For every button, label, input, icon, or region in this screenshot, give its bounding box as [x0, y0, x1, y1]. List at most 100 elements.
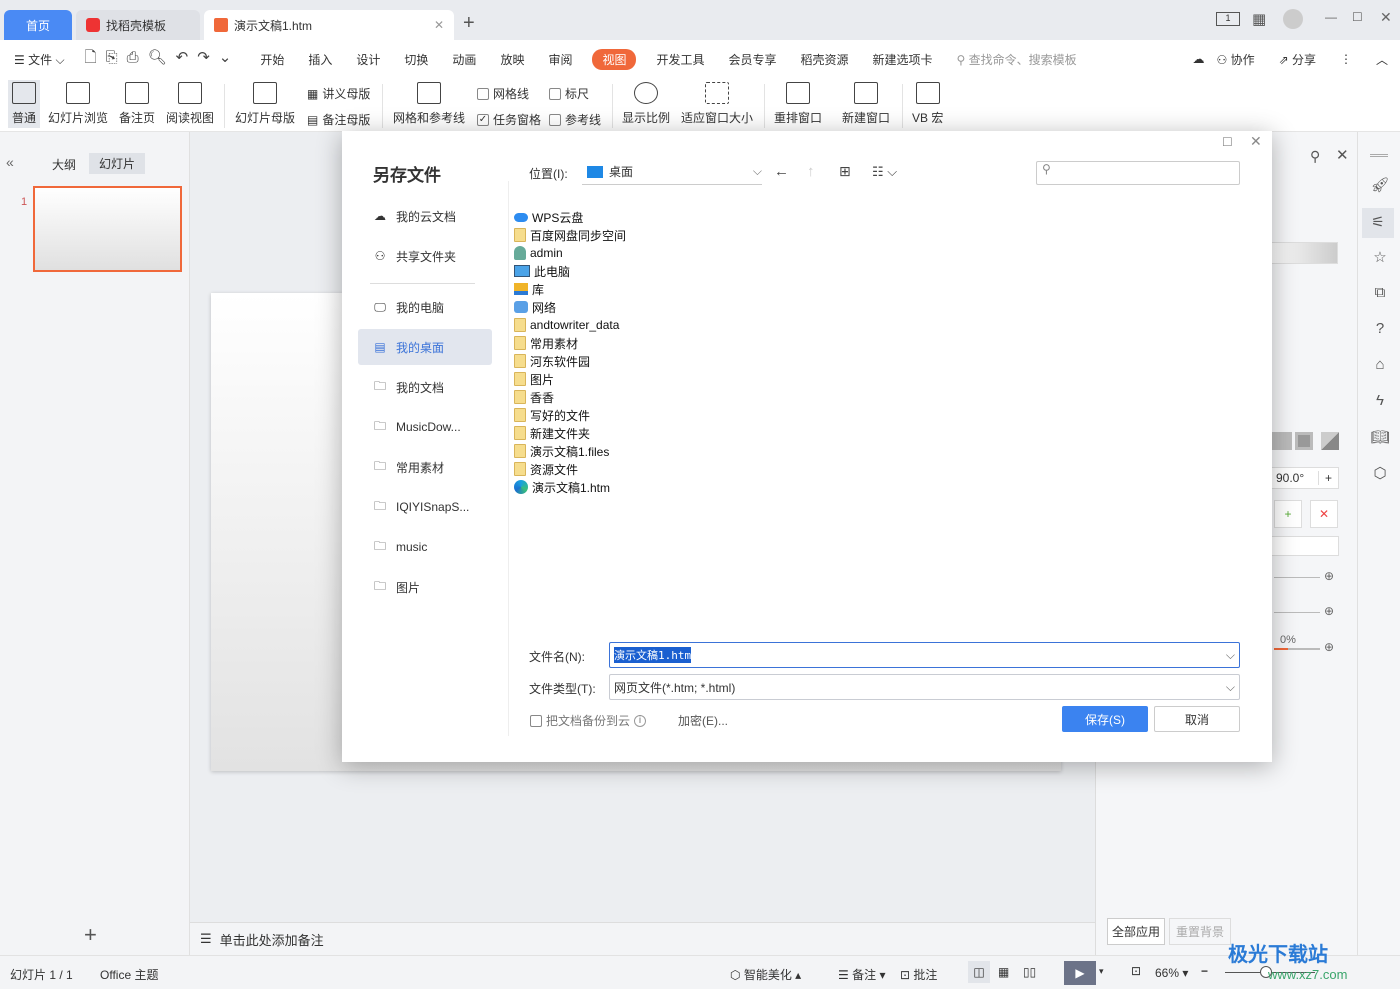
help-icon[interactable]: ? — [1370, 320, 1390, 338]
play-button[interactable]: ▶ — [1064, 961, 1096, 985]
quick-access-icons[interactable]: 🗋⎘⎙🔍︎↶↷⌄ — [77, 47, 249, 72]
play-dropdown[interactable]: ▾ — [1099, 966, 1104, 977]
menu-review[interactable]: 审阅 — [536, 51, 584, 68]
cube-icon[interactable]: ⬡ — [1370, 464, 1390, 482]
normal-view-icon[interactable]: ◫ — [968, 961, 990, 983]
menu-slideshow[interactable]: 放映 — [488, 51, 536, 68]
file-list-item[interactable]: 写好的文件 — [514, 406, 590, 424]
tab-home[interactable]: 首页 — [4, 10, 72, 40]
zoom-level[interactable]: 66% ▾ — [1155, 966, 1188, 980]
menu-design[interactable]: 设计 — [344, 51, 392, 68]
menu-start[interactable]: 开始 — [248, 51, 296, 68]
settings-sliders-icon[interactable]: ⚟ — [1362, 208, 1394, 238]
grid-guides-button[interactable]: 网格和参考线 — [393, 82, 465, 126]
notes-page-button[interactable]: 备注页 — [119, 82, 155, 126]
sidebar-item[interactable]: 🗀︎ IQIYISnapS... — [358, 489, 492, 525]
color-dropdown[interactable] — [1271, 536, 1339, 556]
angle-input[interactable]: 90.0° + — [1271, 467, 1339, 489]
back-button[interactable]: ← — [774, 163, 789, 180]
slide-sorter-icon[interactable]: ▦ — [998, 965, 1009, 979]
star-icon[interactable]: ☆ — [1370, 248, 1390, 266]
sidebar-item[interactable]: ⚇ 共享文件夹 — [358, 238, 492, 274]
transparency-plus[interactable]: ⊕ — [1324, 640, 1334, 654]
collapse-ribbon-icon[interactable]: ︿ — [1364, 51, 1400, 68]
sidebar-item[interactable]: 🗀︎ music — [358, 529, 492, 565]
dialog-maximize-button[interactable]: ☐ — [1222, 135, 1233, 149]
file-list-item[interactable]: admin — [514, 244, 563, 262]
file-list-item[interactable]: andtowriter_data — [514, 316, 619, 334]
sidebar-item[interactable]: 🖵︎ 我的电脑 — [358, 289, 492, 325]
menu-member[interactable]: 会员专享 — [717, 51, 789, 68]
new-window-button[interactable]: 新建窗口 — [842, 82, 890, 126]
info-icon[interactable]: i — [634, 714, 647, 727]
normal-view-button[interactable]: 普通 — [8, 80, 41, 128]
notes-area[interactable]: ☰ 单击此处添加备注 — [190, 922, 1095, 955]
file-list-item[interactable]: 库 — [514, 280, 544, 298]
menu-new-tab[interactable]: 新建选项卡 — [861, 51, 945, 68]
close-panel-icon[interactable]: ✕ — [1336, 146, 1349, 164]
reset-background-button[interactable]: 重置背景 — [1169, 918, 1232, 945]
slider-1[interactable] — [1274, 577, 1320, 578]
fit-window-button[interactable]: 适应窗口大小 — [681, 82, 753, 126]
avatar[interactable] — [1283, 9, 1303, 29]
file-list-item[interactable]: 演示文稿1.htm — [514, 478, 610, 496]
guides-checkbox[interactable]: 参考线 — [549, 111, 601, 128]
arrange-windows-button[interactable]: 重排窗口 — [774, 82, 822, 126]
book-search-icon[interactable]: 📖︎ — [1370, 428, 1390, 446]
file-list-item[interactable]: 常用素材 — [514, 334, 578, 352]
file-list-item[interactable]: 香香 — [514, 388, 554, 406]
tab-outline[interactable]: 大纲 — [52, 156, 76, 173]
transparency-slider[interactable] — [1274, 648, 1320, 650]
comment-button[interactable]: ⊡ 批注 — [900, 966, 937, 983]
close-window-button[interactable]: ✕ — [1380, 9, 1392, 26]
notes-toggle[interactable]: ☰ 备注 ▾ — [838, 966, 885, 983]
angle-increase[interactable]: + — [1317, 471, 1338, 485]
file-list-item[interactable]: 图片 — [514, 370, 554, 388]
sidebar-item[interactable]: 🗀︎ 我的文档 — [358, 369, 492, 405]
file-menu[interactable]: ☰ 文件 ⌵ — [0, 51, 77, 68]
maximize-button[interactable]: ☐ — [1352, 10, 1363, 24]
collapse-panel-icon[interactable]: « — [6, 154, 14, 170]
view-mode-button[interactable]: ☷ ⌵ — [872, 164, 897, 180]
minimize-button[interactable]: — — [1325, 10, 1337, 24]
tab-slides[interactable]: 幻灯片 — [89, 153, 146, 174]
slide-master-button[interactable]: 幻灯片母版 — [235, 82, 295, 126]
location-dropdown[interactable]: 桌面 ⌵ — [582, 159, 762, 185]
sidebar-item[interactable]: ▤ 我的桌面 — [358, 329, 492, 365]
file-list-item[interactable]: 演示文稿1.files — [514, 442, 609, 460]
gridlines-checkbox[interactable]: 网格线 — [477, 85, 529, 102]
slider-2[interactable] — [1274, 612, 1320, 613]
window-count-icon[interactable]: 1 — [1216, 12, 1240, 26]
theme-name[interactable]: Office 主题 — [100, 966, 158, 983]
collab-button[interactable]: ⚇ 协作 — [1204, 51, 1266, 68]
more-icon[interactable]: ⋮ — [1328, 52, 1364, 66]
file-list-item[interactable]: 百度网盘同步空间 — [514, 226, 626, 244]
file-list-item[interactable]: 河东软件园 — [514, 352, 590, 370]
menu-developer[interactable]: 开发工具 — [644, 51, 716, 68]
sidebar-item[interactable]: ☁ 我的云文档 — [358, 198, 492, 234]
task-pane-checkbox[interactable]: ✓ 任务窗格 — [477, 111, 541, 128]
sidebar-item[interactable]: 🗀︎ 图片 — [358, 569, 492, 605]
filetype-dropdown[interactable]: 网页文件(*.htm; *.html) ⌵ — [609, 674, 1240, 700]
menu-view[interactable]: 视图 — [592, 48, 637, 70]
up-button[interactable]: ↑ — [807, 163, 815, 180]
new-tab-button[interactable]: + — [463, 12, 475, 35]
gradient-style-3[interactable] — [1321, 432, 1339, 450]
sidebar-item[interactable]: 🗀︎ 常用素材 — [358, 449, 492, 485]
transition-icon[interactable]: ⧉ — [1370, 284, 1390, 302]
sidebar-item[interactable]: 🗀︎ MusicDow... — [358, 409, 492, 445]
add-stop-button[interactable]: + — [1274, 500, 1302, 528]
share-button[interactable]: ⇗ 分享 — [1267, 51, 1328, 68]
file-list-item[interactable]: WPS云盘 — [514, 208, 583, 226]
menu-animation[interactable]: 动画 — [440, 51, 488, 68]
tab-document[interactable]: 演示文稿1.htm ✕ — [204, 10, 454, 40]
file-list-item[interactable]: 此电脑 — [514, 262, 570, 280]
file-list-item[interactable]: 新建文件夹 — [514, 424, 590, 442]
drag-handle[interactable] — [1370, 154, 1388, 157]
tab-templates[interactable]: 找稻壳模板 — [76, 10, 200, 40]
gradient-style-2[interactable] — [1295, 432, 1313, 450]
handout-master-button[interactable]: ▦ 讲义母版 — [307, 85, 370, 102]
pin-icon[interactable]: ⚲ — [1310, 148, 1320, 165]
close-tab-icon[interactable]: ✕ — [434, 18, 444, 32]
command-search[interactable]: ⚲ 查找命令、搜索模板 — [945, 51, 1089, 68]
